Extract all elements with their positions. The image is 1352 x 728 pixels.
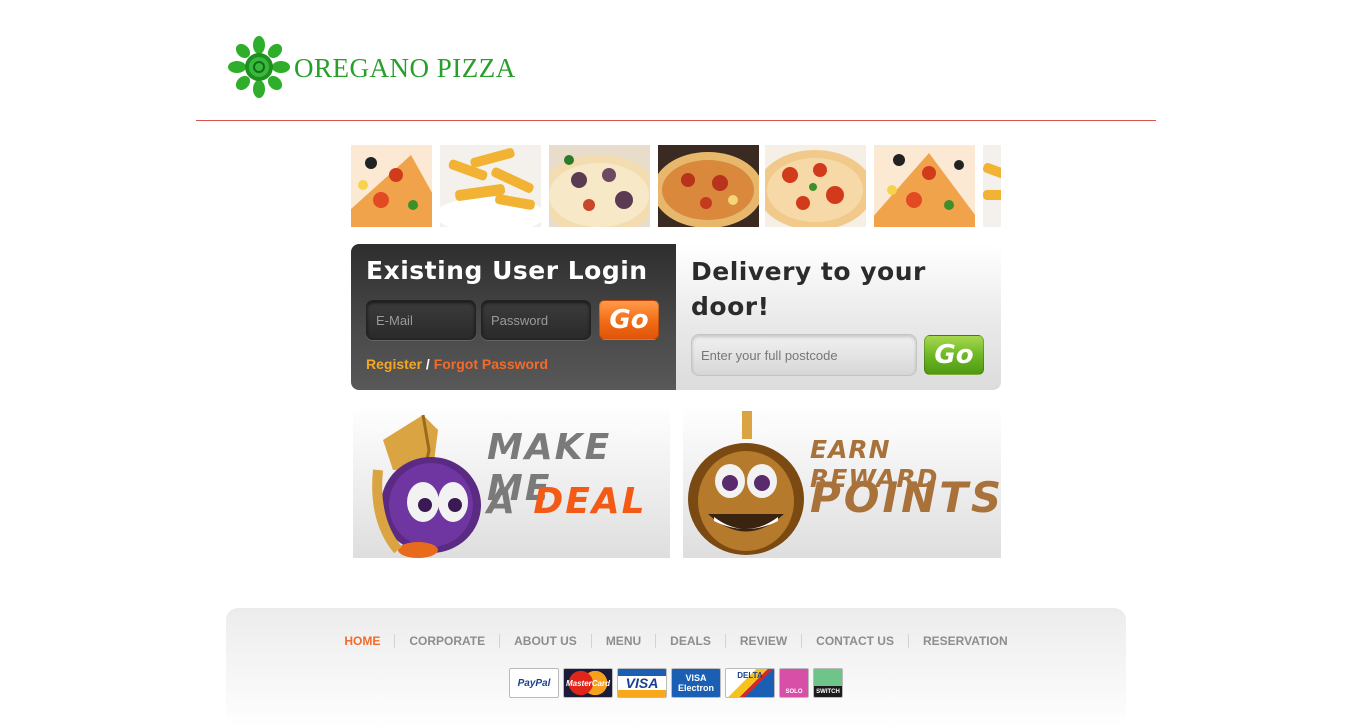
nav-home-link[interactable]: HOME <box>330 634 396 648</box>
forgot-password-link[interactable]: Forgot Password <box>434 356 548 372</box>
pizza-photo <box>351 145 432 227</box>
switch-logo-icon: SWITCH <box>813 668 843 698</box>
nav-contact-us-link[interactable]: CONTACT US <box>802 634 909 648</box>
password-input[interactable] <box>481 300 591 340</box>
nav-reservation-link[interactable]: RESERVATION <box>909 634 1022 648</box>
fries-photo <box>983 145 1001 227</box>
visa-logo-icon: VISA <box>617 668 667 698</box>
spartan-mascot-icon <box>372 414 481 558</box>
brand-name: OREGANO PIZZA <box>294 52 516 83</box>
pizza-photo <box>658 145 759 227</box>
nav-menu-link[interactable]: MENU <box>592 634 657 648</box>
postcode-input[interactable] <box>691 334 917 376</box>
deal-word-deal: DEAL <box>533 481 647 522</box>
page: OREGANO PIZZA Existing User Login Go <box>0 0 1352 728</box>
payment-methods: PayPal MasterCard VISA VISA Electron DEL… <box>509 668 843 698</box>
make-me-a-deal-banner[interactable]: MAKE ME A DEAL <box>353 405 670 558</box>
footer-nav: HOME CORPORATE ABOUT US MENU DEALS REVIE… <box>226 634 1126 648</box>
leaf-logo-icon <box>228 36 290 98</box>
header-divider <box>196 120 1156 121</box>
nav-deals-link[interactable]: DEALS <box>656 634 726 648</box>
pizza-photo <box>765 145 866 227</box>
existing-user-login-panel: Existing User Login Go Register / Forgot… <box>351 244 676 390</box>
delivery-panel: Delivery to your door! Go <box>676 244 1001 390</box>
pizza-photo <box>549 145 650 227</box>
spartan-mascot-icon <box>688 411 804 555</box>
link-separator: / <box>425 356 430 372</box>
fries-photo <box>440 145 541 227</box>
solo-logo-icon: SOLO <box>779 668 809 698</box>
nav-corporate-link[interactable]: CORPORATE <box>395 634 501 648</box>
nav-review-link[interactable]: REVIEW <box>726 634 803 648</box>
postcode-go-button[interactable]: Go <box>924 335 984 375</box>
mastercard-logo-icon: MasterCard <box>563 668 613 698</box>
nav-about-us-link[interactable]: ABOUT US <box>500 634 592 648</box>
site-logo[interactable]: OREGANO PIZZA <box>228 36 516 98</box>
login-links: Register / Forgot Password <box>366 356 548 372</box>
register-link[interactable]: Register <box>366 356 422 372</box>
visa-electron-logo-icon: VISA Electron <box>671 668 721 698</box>
reward-line-2: POINTS <box>810 473 1001 522</box>
food-photo-strip <box>351 145 1001 227</box>
deal-word-a: A <box>487 481 517 522</box>
email-input[interactable] <box>366 300 476 340</box>
pizza-photo <box>874 145 975 227</box>
deal-line-2: A DEAL <box>487 481 647 522</box>
paypal-logo-icon: PayPal <box>509 668 559 698</box>
delta-logo-icon: DELTA <box>725 668 775 698</box>
earn-reward-points-banner[interactable]: EARN REWARD POINTS <box>683 405 1001 558</box>
login-go-button[interactable]: Go <box>599 300 659 340</box>
footer: HOME CORPORATE ABOUT US MENU DEALS REVIE… <box>226 608 1126 728</box>
delivery-title: Delivery to your door! <box>691 257 926 321</box>
login-title: Existing User Login <box>366 256 648 285</box>
